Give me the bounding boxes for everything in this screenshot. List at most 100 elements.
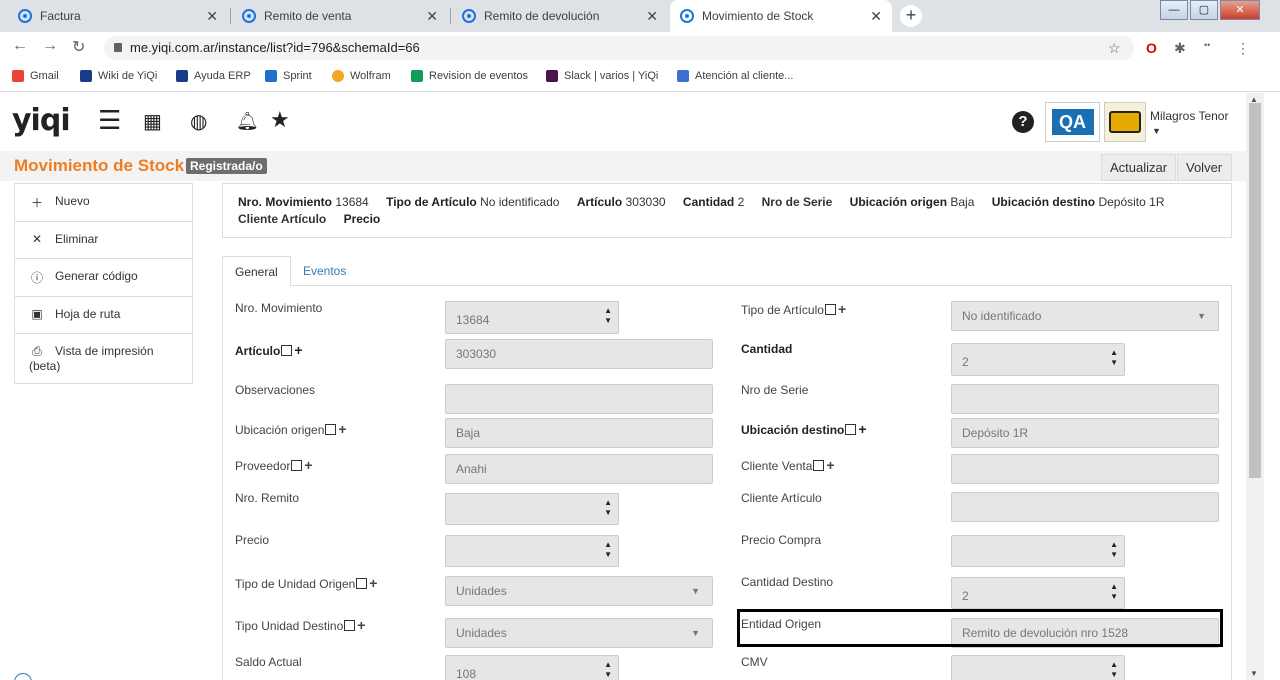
tab-general[interactable]: General (222, 256, 291, 287)
browser-tab-factura[interactable]: Factura ✕ (8, 0, 228, 32)
cliente-venta-field[interactable] (951, 454, 1219, 484)
articulo-field[interactable]: 303030 (445, 339, 713, 369)
profile-icon[interactable]: •• (1204, 40, 1210, 50)
external-link-icon[interactable] (356, 578, 368, 589)
spinner-icon[interactable]: ▲ ▼ (604, 306, 612, 326)
globe-icon[interactable]: ◍ (190, 109, 207, 134)
label-observaciones: Observaciones (235, 383, 316, 397)
ubicacion-destino-field[interactable]: Depósito 1R (951, 418, 1219, 448)
menu-kebab-icon[interactable]: ⋮ (1236, 40, 1250, 57)
forward-arrow-icon[interactable]: → (42, 37, 58, 55)
bookmark-wiki[interactable]: Wiki de YiQi (80, 70, 157, 82)
new-tab-button[interactable]: + (900, 5, 922, 27)
add-icon[interactable]: + (304, 457, 312, 473)
puzzle-extensions-icon[interactable]: ✱ (1174, 40, 1186, 57)
spinner-icon[interactable]: ▲ ▼ (1110, 582, 1118, 602)
nro-serie-field[interactable] (951, 384, 1219, 414)
minimize-window-button[interactable]: — (1160, 0, 1188, 20)
bell-icon[interactable]: 🔔︎ (236, 111, 259, 132)
precio-field[interactable]: ▲ ▼ (445, 535, 619, 567)
saldo-actual-field[interactable]: 108 ▲ ▼ (445, 655, 619, 680)
spinner-icon[interactable]: ▲ ▼ (1110, 348, 1118, 368)
yiqi-favicon-icon (680, 9, 694, 23)
cantidad-field[interactable]: 2 ▲ ▼ (951, 343, 1125, 376)
opera-extension-icon[interactable]: O (1146, 40, 1157, 56)
tipo-unidad-origen-select[interactable]: Unidades ▼ (445, 576, 713, 606)
scrollbar-thumb[interactable] (1249, 103, 1261, 478)
add-icon[interactable]: + (294, 342, 302, 358)
add-icon[interactable]: + (838, 301, 846, 317)
bookmark-wolfram[interactable]: Wolfram (332, 70, 391, 82)
hamburger-menu-icon[interactable]: ☰ (98, 105, 121, 136)
spinner-icon[interactable]: ▲ ▼ (604, 660, 612, 680)
spinner-icon[interactable]: ▲ ▼ (1110, 660, 1118, 680)
bookmark-sprint[interactable]: Sprint (265, 70, 312, 82)
close-tab-icon[interactable]: ✕ (870, 8, 882, 25)
nro-remito-field[interactable]: ▲ ▼ (445, 493, 619, 525)
add-icon[interactable]: + (369, 575, 377, 591)
yiqi-logo[interactable]: yiqi (12, 103, 71, 138)
external-link-icon[interactable] (344, 620, 356, 631)
proveedor-field[interactable]: Anahi (445, 454, 713, 484)
label-cliente-articulo: Cliente Artículo (741, 491, 822, 505)
star-favorites-icon[interactable]: ★ (270, 107, 290, 133)
add-icon[interactable]: + (826, 457, 834, 473)
scroll-down-icon[interactable]: ▼ (1250, 669, 1258, 678)
sidebar-item-generar-codigo[interactable]: ⓘ Generar código (15, 259, 192, 297)
external-link-icon[interactable] (824, 304, 836, 315)
add-icon[interactable]: + (357, 617, 365, 633)
bookmark-ayuda-erp[interactable]: Ayuda ERP (176, 70, 251, 82)
browser-tab-remito-devolucion[interactable]: Remito de devolución ✕ (452, 0, 668, 32)
user-name[interactable]: Milagros Tenor (1150, 109, 1228, 123)
nro-movimiento-field[interactable]: 13684 ▲ ▼ (445, 301, 619, 334)
cantidad-destino-field[interactable]: 2 ▲ ▼ (951, 577, 1125, 609)
close-tab-icon[interactable]: ✕ (206, 8, 218, 25)
tipo-articulo-select[interactable]: No identificado ▼ (951, 301, 1219, 331)
address-bar[interactable]: me.yiqi.com.ar/instance/list?id=796&sche… (104, 36, 1134, 60)
actualizar-button[interactable]: Actualizar (1101, 154, 1177, 181)
external-link-icon[interactable] (845, 424, 857, 435)
spinner-icon[interactable]: ▲ ▼ (604, 540, 612, 560)
plus-icon: ＋ (30, 196, 43, 210)
observaciones-field[interactable] (445, 384, 713, 414)
user-avatar[interactable] (1104, 102, 1146, 142)
sidebar-item-vista-impresion[interactable]: ⎙ Vista de impresión (beta) (15, 334, 192, 383)
cliente-articulo-field[interactable] (951, 492, 1219, 522)
bookmark-atencion-cliente[interactable]: Atención al cliente... (677, 70, 793, 82)
help-icon[interactable]: ? (1012, 111, 1034, 133)
bookmark-revision-eventos[interactable]: Revision de eventos (411, 70, 528, 82)
add-icon[interactable]: + (338, 421, 346, 437)
precio-compra-field[interactable]: ▲ ▼ (951, 535, 1125, 567)
external-link-icon[interactable] (281, 345, 293, 356)
close-tab-icon[interactable]: ✕ (426, 8, 438, 25)
close-tab-icon[interactable]: ✕ (646, 8, 658, 25)
sidebar-item-hoja-ruta[interactable]: ▣ Hoja de ruta (15, 297, 192, 334)
add-icon[interactable]: + (858, 421, 866, 437)
spinner-icon[interactable]: ▲ ▼ (604, 498, 612, 518)
chat-help-icon[interactable] (14, 673, 32, 680)
dashboard-icon[interactable]: ▦ (143, 109, 162, 134)
external-link-icon[interactable] (325, 424, 337, 435)
caret-down-icon[interactable]: ▼ (1152, 126, 1161, 136)
tipo-unidad-destino-select[interactable]: Unidades ▼ (445, 618, 713, 648)
sidebar-item-nuevo[interactable]: ＋ Nuevo (15, 184, 192, 222)
tab-eventos[interactable]: Eventos (291, 256, 358, 287)
dropdown-caret-icon: ▼ (691, 628, 700, 638)
page-scrollbar[interactable]: ▲ ▼ (1246, 93, 1264, 680)
bookmark-slack[interactable]: Slack | varios | YiQi (546, 70, 658, 82)
external-link-icon[interactable] (291, 460, 303, 471)
bookmark-gmail[interactable]: Gmail (12, 70, 59, 82)
maximize-window-button[interactable]: ▢ (1190, 0, 1218, 20)
close-window-button[interactable]: ✕ (1220, 0, 1260, 20)
external-link-icon[interactable] (813, 460, 825, 471)
browser-tab-movimiento-stock[interactable]: Movimiento de Stock ✕ (670, 0, 892, 32)
reload-icon[interactable]: ↻ (72, 37, 85, 57)
star-bookmark-icon[interactable]: ☆ (1108, 40, 1121, 57)
ubicacion-origen-field[interactable]: Baja (445, 418, 713, 448)
browser-tab-remito-venta[interactable]: Remito de venta ✕ (232, 0, 448, 32)
spinner-icon[interactable]: ▲ ▼ (1110, 540, 1118, 560)
back-arrow-icon[interactable]: ← (12, 37, 28, 55)
cmv-field[interactable]: ▲ ▼ (951, 655, 1125, 680)
volver-button[interactable]: Volver (1177, 154, 1232, 181)
sidebar-item-eliminar[interactable]: ✕ Eliminar (15, 222, 192, 259)
